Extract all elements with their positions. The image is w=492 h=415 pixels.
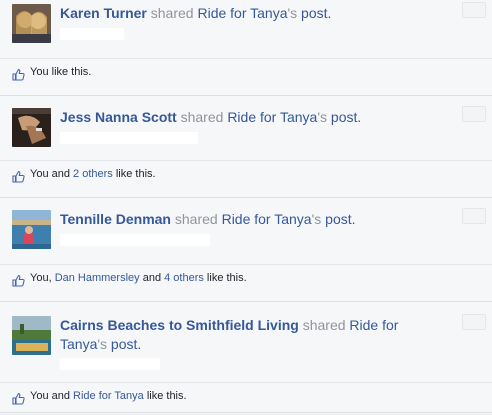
page-link[interactable]: Ride for Tanya <box>222 211 312 227</box>
page-liker-link[interactable]: Ride for Tanya <box>73 390 144 402</box>
profile-photo[interactable] <box>12 316 51 355</box>
story-options-button[interactable] <box>462 208 486 224</box>
story-headline: Karen Turner shared Ride for Tanya's pos… <box>60 4 428 23</box>
like-summary-text: You like this. <box>30 59 91 85</box>
story-headline: Jess Nanna Scott shared Ride for Tanya's… <box>60 108 428 127</box>
like-summary-text: You and Ride for Tanya like this. <box>30 383 187 409</box>
feed-story-3: Tennille Denman shared Ride for Tanya's … <box>0 197 492 291</box>
like-summary-bar: You and 2 others like this. <box>0 160 492 187</box>
possessive-text: 's <box>97 336 108 352</box>
possessive-text: 's <box>317 109 328 125</box>
post-link[interactable]: post. <box>107 336 141 352</box>
timestamp-area <box>60 358 160 370</box>
like-prefix: You and <box>30 168 74 180</box>
thumbs-up-icon <box>12 65 25 81</box>
timestamp-area <box>60 132 198 144</box>
verb-text: shared <box>176 109 228 125</box>
timestamp-area <box>60 234 210 246</box>
like-suffix: like this. <box>112 168 156 180</box>
like-summary-bar: You and Ride for Tanya like this. <box>0 382 492 409</box>
profile-photo[interactable] <box>12 108 51 147</box>
story-header: Cairns Beaches to Smithfield Living shar… <box>0 302 492 382</box>
profile-photo[interactable] <box>12 4 51 43</box>
actor-name-link[interactable]: Jess Nanna Scott <box>60 109 177 125</box>
story-headline: Cairns Beaches to Smithfield Living shar… <box>60 316 428 354</box>
actor-name-link[interactable]: Cairns Beaches to Smithfield Living <box>60 317 299 333</box>
possessive-text: 's <box>287 5 298 21</box>
like-prefix: You and <box>30 390 74 402</box>
like-mid: and <box>139 272 165 284</box>
like-prefix: You like this. <box>30 66 92 78</box>
story-header: Tennille Denman shared Ride for Tanya's … <box>0 198 492 262</box>
story-options-button[interactable] <box>462 314 486 330</box>
feed-story-4: Cairns Beaches to Smithfield Living shar… <box>0 301 492 413</box>
page-link[interactable]: Ride for <box>349 317 398 333</box>
feed-story-2: Jess Nanna Scott shared Ride for Tanya's… <box>0 95 492 187</box>
thumbs-up-icon <box>12 167 25 183</box>
like-summary-bar: You like this. <box>0 58 492 85</box>
profile-photo[interactable] <box>12 210 51 249</box>
like-summary-text: You and 2 others like this. <box>30 161 156 187</box>
like-summary-text: You, Dan Hammersley and 4 others like th… <box>30 265 247 291</box>
story-header: Jess Nanna Scott shared Ride for Tanya's… <box>0 96 492 158</box>
thumbs-up-icon <box>12 271 25 287</box>
possessive-text: 's <box>311 211 322 227</box>
verb-text: shared <box>298 317 350 333</box>
like-suffix: like this. <box>203 272 247 284</box>
post-link[interactable]: post. <box>321 211 355 227</box>
like-summary-bar: You, Dan Hammersley and 4 others like th… <box>0 264 492 291</box>
others-link[interactable]: 4 others <box>164 272 204 284</box>
actor-name-link[interactable]: Tennille Denman <box>60 211 171 227</box>
story-options-button[interactable] <box>462 106 486 122</box>
story-options-button[interactable] <box>462 2 486 18</box>
page-link[interactable]: Ride for Tanya <box>197 5 287 21</box>
page-link[interactable]: Ride for Tanya <box>227 109 317 125</box>
timestamp-area <box>60 28 124 40</box>
actor-name-link[interactable]: Karen Turner <box>60 5 147 21</box>
liker-name-link[interactable]: Dan Hammersley <box>55 272 140 284</box>
page-link-cont[interactable]: Tanya <box>60 336 97 352</box>
news-feed: Karen Turner shared Ride for Tanya's pos… <box>0 0 492 414</box>
verb-text: shared <box>170 211 222 227</box>
thumbs-up-icon <box>12 389 25 405</box>
post-link[interactable]: post. <box>327 109 361 125</box>
like-prefix: You, <box>30 272 55 284</box>
post-link[interactable]: post. <box>297 5 331 21</box>
verb-text: shared <box>146 5 198 21</box>
like-suffix: like this. <box>143 390 187 402</box>
feed-story-1: Karen Turner shared Ride for Tanya's pos… <box>0 0 492 85</box>
others-link[interactable]: 2 others <box>73 168 113 180</box>
story-headline: Tennille Denman shared Ride for Tanya's … <box>60 210 428 229</box>
story-header: Karen Turner shared Ride for Tanya's pos… <box>0 0 492 56</box>
